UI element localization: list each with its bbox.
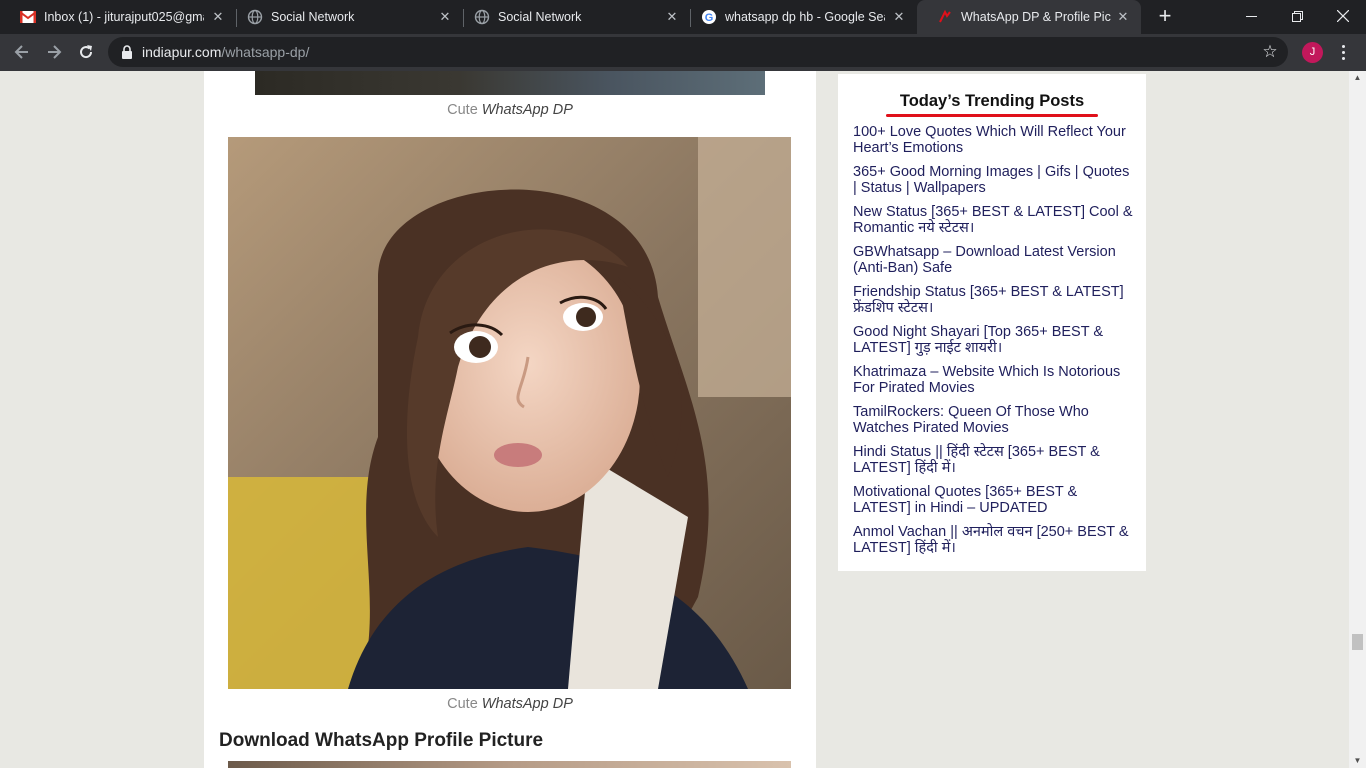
forward-arrow-icon xyxy=(48,45,62,59)
page-scrollbar[interactable]: ▲ ▼ xyxy=(1349,71,1366,768)
reload-button[interactable] xyxy=(73,39,99,65)
address-bar[interactable]: indiapur.com/whatsapp-dp/ ☆ xyxy=(108,37,1288,67)
trending-post-link[interactable]: Good Night Shayari [Top 365+ BEST & LATE… xyxy=(853,324,1135,356)
trending-list: 100+ Love Quotes Which Will Reflect Your… xyxy=(853,124,1135,564)
profile-avatar[interactable]: J xyxy=(1302,42,1323,63)
title-underline xyxy=(886,114,1098,117)
site-icon xyxy=(937,9,953,25)
scroll-up-arrow-icon[interactable]: ▲ xyxy=(1349,71,1366,85)
new-tab-button[interactable]: + xyxy=(1153,5,1177,29)
svg-text:G: G xyxy=(705,12,714,24)
image-caption: Cute WhatsApp DP xyxy=(204,102,816,118)
url-text[interactable]: indiapur.com/whatsapp-dp/ xyxy=(142,44,309,60)
close-icon xyxy=(1337,10,1349,22)
restore-button[interactable] xyxy=(1274,0,1320,32)
tab-title: Inbox (1) - jiturajput025@gmail.com xyxy=(44,10,204,24)
trending-post-link[interactable]: Motivational Quotes [365+ BEST & LATEST]… xyxy=(853,484,1135,516)
whatsapp-dp-photo[interactable] xyxy=(228,137,791,689)
google-icon: G xyxy=(701,9,717,25)
back-arrow-icon xyxy=(14,45,28,59)
close-icon[interactable]: ✕ xyxy=(891,9,907,25)
close-icon[interactable]: ✕ xyxy=(1115,9,1131,25)
globe-icon xyxy=(247,9,263,25)
trending-post-link[interactable]: 100+ Love Quotes Which Will Reflect Your… xyxy=(853,124,1135,156)
trending-post-link[interactable]: Hindi Status || हिंदी स्टेटस [365+ BEST … xyxy=(853,444,1135,476)
trending-post-link[interactable]: TamilRockers: Queen Of Those Who Watches… xyxy=(853,404,1135,436)
photo-illustration xyxy=(228,137,791,689)
tab-title: Social Network xyxy=(271,10,355,24)
tab-active-whatsapp-dp[interactable]: WhatsApp DP & Profile Picture ✕ xyxy=(917,0,1141,34)
back-button[interactable] xyxy=(9,39,35,65)
url-domain: indiapur.com xyxy=(142,44,222,60)
restore-icon xyxy=(1291,10,1303,22)
section-heading: Download WhatsApp Profile Picture xyxy=(219,730,544,751)
trending-post-link[interactable]: GBWhatsapp – Download Latest Version (An… xyxy=(853,244,1135,276)
article-content: Cute WhatsApp DP Cute WhatsApp DP Downlo… xyxy=(204,71,816,768)
trending-post-link[interactable]: Friendship Status [365+ BEST & LATEST] फ… xyxy=(853,284,1135,316)
previous-image-cropped xyxy=(255,71,765,95)
scrollbar-thumb[interactable] xyxy=(1352,634,1363,650)
tab-social-network-1[interactable]: Social Network ✕ xyxy=(227,0,463,34)
trending-post-link[interactable]: New Status [365+ BEST & LATEST] Cool & R… xyxy=(853,204,1135,236)
tab-google-search[interactable]: G whatsapp dp hb - Google Search ✕ xyxy=(681,0,917,34)
caption-prefix: Cute xyxy=(447,102,482,118)
trending-post-link[interactable]: 365+ Good Morning Images | Gifs | Quotes… xyxy=(853,164,1135,196)
lock-icon xyxy=(122,45,132,59)
browser-menu-icon[interactable] xyxy=(1336,40,1350,64)
url-path: /whatsapp-dp/ xyxy=(221,44,310,60)
close-icon[interactable]: ✕ xyxy=(437,9,453,25)
trending-post-link[interactable]: Khatrimaza – Website Which Is Notorious … xyxy=(853,364,1135,396)
caption-emphasis: WhatsApp DP xyxy=(481,696,573,712)
caption-prefix: Cute xyxy=(447,696,482,712)
widget-title: Today’s Trending Posts xyxy=(899,92,1085,110)
minimize-button[interactable] xyxy=(1228,0,1274,32)
close-icon[interactable]: ✕ xyxy=(210,9,226,25)
tab-gmail[interactable]: Inbox (1) - jiturajput025@gmail.com ✕ xyxy=(0,0,236,34)
close-icon[interactable]: ✕ xyxy=(664,9,680,25)
minimize-icon xyxy=(1245,15,1257,17)
trending-post-link[interactable]: Anmol Vachan || अनमोल वचन [250+ BEST & L… xyxy=(853,524,1135,556)
scroll-down-arrow-icon[interactable]: ▼ xyxy=(1349,754,1366,768)
tab-title: whatsapp dp hb - Google Search xyxy=(725,10,885,24)
reload-icon xyxy=(80,45,93,59)
page-viewport: Cute WhatsApp DP Cute WhatsApp DP Downlo… xyxy=(0,71,1349,768)
image-caption: Cute WhatsApp DP xyxy=(204,696,816,712)
gmail-icon xyxy=(20,9,36,25)
tab-strip: Inbox (1) - jiturajput025@gmail.com ✕ So… xyxy=(0,0,1366,34)
trending-posts-widget: Today’s Trending Posts 100+ Love Quotes … xyxy=(838,74,1146,571)
forward-button[interactable] xyxy=(41,39,67,65)
tab-title: Social Network xyxy=(498,10,582,24)
bookmark-star-icon[interactable]: ☆ xyxy=(1260,42,1280,62)
tab-title: WhatsApp DP & Profile Picture xyxy=(961,10,1111,24)
next-image-cropped xyxy=(228,761,791,768)
globe-icon xyxy=(474,9,490,25)
caption-emphasis: WhatsApp DP xyxy=(481,102,573,118)
close-window-button[interactable] xyxy=(1320,0,1366,32)
browser-toolbar: indiapur.com/whatsapp-dp/ ☆ J xyxy=(0,34,1366,71)
tab-social-network-2[interactable]: Social Network ✕ xyxy=(454,0,690,34)
